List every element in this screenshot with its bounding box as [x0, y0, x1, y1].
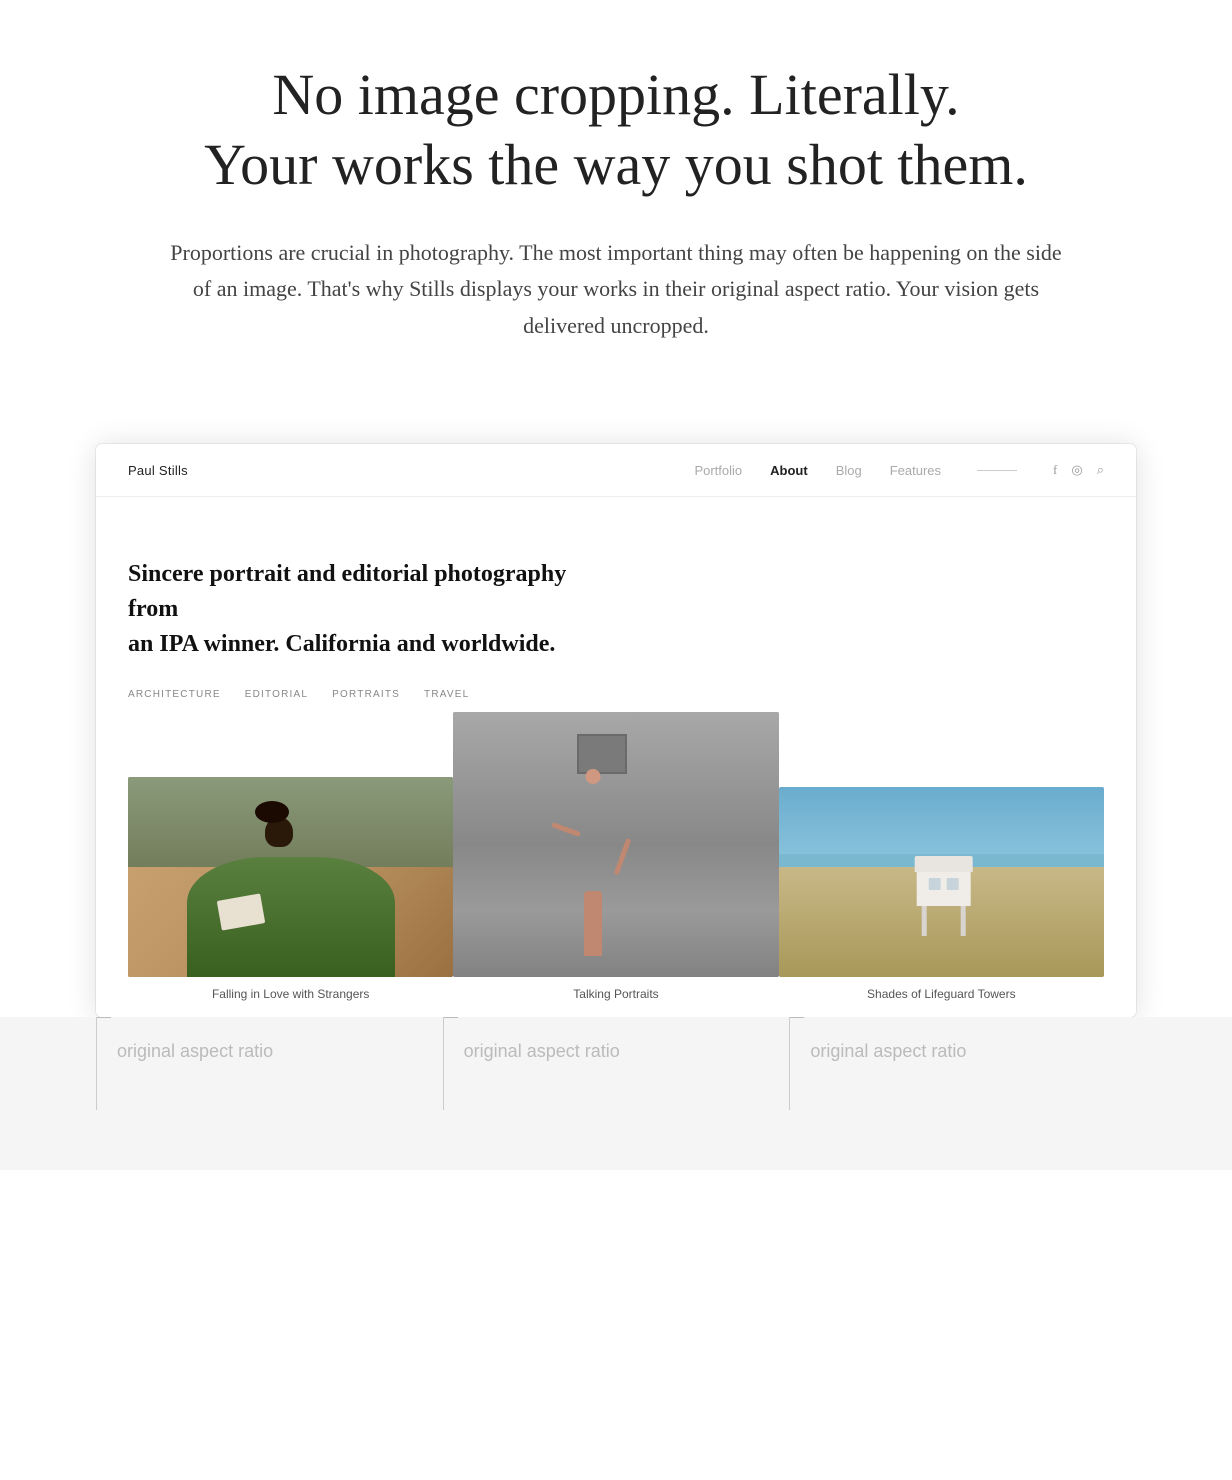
nav-links: Portfolio About Blog Features f ◎ ⌕ [694, 462, 1104, 478]
photo-1[interactable] [128, 777, 453, 977]
aspect-label-1: original aspect ratio [117, 1031, 273, 1061]
top-section: No image cropping. Literally. Your works… [116, 0, 1116, 384]
cat-architecture[interactable]: ARCHITECTURE [128, 689, 221, 700]
browser-window: Paul Stills Portfolio About Blog Feature… [96, 444, 1136, 1017]
nav-divider [977, 470, 1017, 471]
nav-icons: f ◎ ⌕ [1053, 462, 1104, 478]
aspect-grid: original aspect ratio original aspect ra… [96, 1017, 1136, 1110]
aspect-col-1: original aspect ratio [96, 1017, 443, 1110]
bottom-area: original aspect ratio original aspect ra… [0, 1017, 1232, 1170]
browser-continuation: original aspect ratio original aspect ra… [66, 1017, 1166, 1110]
search-icon[interactable]: ⌕ [1097, 462, 1104, 478]
hero-heading: Sincere portrait and editorial photograp… [128, 557, 608, 661]
photo-2[interactable] [453, 712, 778, 977]
cat-editorial[interactable]: EDITORIAL [245, 689, 308, 700]
facebook-icon[interactable]: f [1053, 462, 1057, 478]
photo-col-2: Talking Portraits [453, 712, 778, 1017]
photo-grid: Falling in Love with Strangers [96, 752, 1136, 1017]
category-links: ARCHITECTURE EDITORIAL PORTRAITS TRAVEL [128, 689, 1104, 700]
instagram-icon[interactable]: ◎ [1071, 462, 1082, 478]
nav-about[interactable]: About [770, 463, 808, 478]
photo-1-caption: Falling in Love with Strangers [212, 977, 369, 1017]
site-logo[interactable]: Paul Stills [128, 463, 188, 478]
sub-text: Proportions are crucial in photography. … [166, 235, 1066, 344]
aspect-label-3: original aspect ratio [810, 1031, 966, 1061]
photo-3-caption: Shades of Lifeguard Towers [867, 977, 1016, 1017]
photo-col-1: Falling in Love with Strangers [128, 777, 453, 1017]
aspect-col-2: original aspect ratio [443, 1017, 790, 1110]
aspect-col-3: original aspect ratio [789, 1017, 1136, 1110]
main-heading: No image cropping. Literally. Your works… [156, 60, 1076, 199]
browser-area: Paul Stills Portfolio About Blog Feature… [66, 444, 1166, 1017]
nav-blog[interactable]: Blog [836, 463, 862, 478]
photo-3[interactable] [779, 787, 1104, 977]
cat-portraits[interactable]: PORTRAITS [332, 689, 400, 700]
site-nav: Paul Stills Portfolio About Blog Feature… [96, 444, 1136, 497]
photo-2-caption: Talking Portraits [573, 977, 658, 1017]
aspect-label-2: original aspect ratio [464, 1031, 620, 1061]
nav-features[interactable]: Features [890, 463, 941, 478]
photo-col-3: Shades of Lifeguard Towers [779, 787, 1104, 1017]
nav-portfolio[interactable]: Portfolio [694, 463, 742, 478]
cat-travel[interactable]: TRAVEL [424, 689, 469, 700]
